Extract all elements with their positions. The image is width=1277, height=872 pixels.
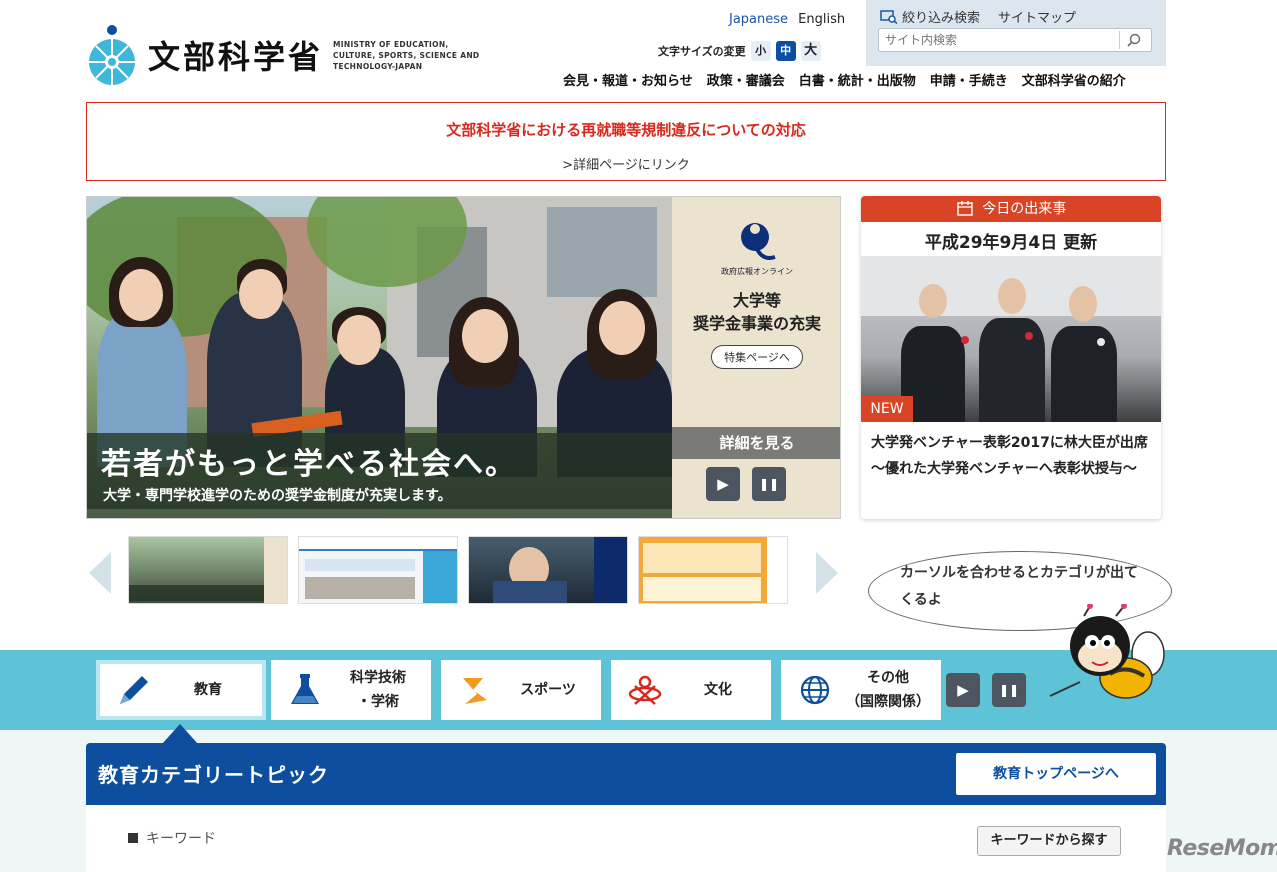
hero-caption-main: 若者がもっと学べる社会へ。 [101,447,517,482]
category-culture[interactable]: 文化 [611,660,771,720]
search-icon [1127,33,1141,47]
font-large-button[interactable]: 大 [800,41,821,61]
keyword-label: キーワード [146,831,216,847]
notice-detail-link[interactable]: >詳細ページにリンク [87,154,1165,173]
filter-search-icon [880,9,898,24]
today-heading: 今日の出来事 [982,201,1067,217]
hero-side-panel: 政府広報オンライン 大学等 奨学金事業の充実 特集ページへ 詳細を見る ▶ ❚❚ [672,197,840,518]
flask-icon [285,670,325,710]
filter-search-label: 絞り込み検索 [902,11,981,26]
category-education-label: 教育 [194,682,222,698]
carousel-prev-arrow-icon[interactable] [89,552,111,594]
category-sports[interactable]: スポーツ [441,660,601,720]
category-science-label: 科学技術 ・学術 [350,670,406,710]
category-education[interactable]: 教育 [96,660,266,720]
hero-caption-sub: 大学・専門学校進学のための奨学金制度が充実します。 [103,488,452,504]
education-top-button[interactable]: 教育トップページへ [956,753,1156,795]
active-category-pointer [162,724,198,744]
globe-icon [795,670,835,710]
page: 文部科学省 MINISTRY OF EDUCATION, CULTURE, SP… [0,0,1277,872]
notice-title[interactable]: 文部科学省における再就職等規制違反についての対応 [87,119,1165,140]
carousel-thumb-3[interactable] [468,536,628,604]
filter-search-link[interactable]: 絞り込み検索 [880,7,980,26]
font-medium-button[interactable]: 中 [775,41,796,61]
gov-pr-label: 政府広報オンライン [721,267,793,276]
topic-title: 教育カテゴリートピック [98,763,329,787]
logo-text: 文部科学省 [148,38,324,76]
topic-header: 教育カテゴリートピック 教育トップページへ [86,743,1166,805]
site-logo[interactable]: 文部科学省 MINISTRY OF EDUCATION, CULTURE, SP… [86,24,493,86]
carousel-thumb-2[interactable] [298,536,458,604]
category-culture-label: 文化 [704,682,732,698]
special-page-button[interactable]: 特集ページへ [711,345,803,369]
pause-button[interactable]: ❚❚ [752,467,786,501]
nav-publications[interactable]: 白書・統計・出版物 [799,70,916,89]
carousel-thumb-1[interactable] [128,536,288,604]
keyword-heading: キーワード [128,828,216,848]
search-links: 絞り込み検索 サイトマップ [880,7,1094,26]
lang-japanese-link[interactable]: Japanese [729,12,788,27]
nav-applications[interactable]: 申請・手続き [930,70,1008,89]
today-header: 今日の出来事 [861,196,1161,222]
category-play-button[interactable]: ▶ [946,673,980,707]
hero-side-title-line1: 大学等 [732,291,781,310]
sitemap-link[interactable]: サイトマップ [998,7,1076,26]
pencil-icon [114,670,154,710]
search-input[interactable] [879,29,1109,51]
sports-icon [455,670,495,710]
category-other-label: その他 （国際関係） [846,670,930,710]
carousel-next-arrow-icon[interactable] [816,552,838,594]
mext-logo-icon [86,24,138,86]
hero-carousel: 若者がもっと学べる社会へ。 大学・専門学校進学のための奨学金制度が充実します。 … [86,196,841,519]
category-science[interactable]: 科学技術 ・学術 [271,660,431,720]
gov-pr-logo-icon [735,219,779,263]
search-button[interactable] [1119,31,1147,49]
font-small-button[interactable]: 小 [750,41,771,61]
hero-side-title-line2: 奨学金事業の充実 [692,314,821,333]
detail-button[interactable]: 詳細を見る [672,427,840,459]
logo-english: MINISTRY OF EDUCATION, CULTURE, SPORTS, … [333,39,480,71]
search-panel: 絞り込み検索 サイトマップ [866,0,1166,66]
watermark-logo: ReseMom [1167,836,1277,861]
today-date: 平成29年9月4日 更新 [924,233,1098,253]
font-size-switcher: 文字サイズの変更 小 中 大 [658,41,821,61]
language-switcher: Japanese English [729,12,851,27]
hero-side-title: 大学等 奨学金事業の充実 [672,289,840,335]
search-box [878,28,1152,52]
keyword-search-button[interactable]: キーワードから探す [977,826,1121,856]
calendar-icon [957,201,973,216]
nav-policy[interactable]: 政策・審議会 [707,70,785,89]
category-pause-button[interactable]: ❚❚ [992,673,1026,707]
carousel-thumb-4[interactable] [638,536,788,604]
hero-caption: 若者がもっと学べる社会へ。 大学・専門学校進学のための奨学金制度が充実します。 [87,433,672,509]
today-panel: 今日の出来事 平成29年9月4日 更新 NEW 大学発ベンチャー表彰2017に林… [861,196,1161,519]
mascot-bee-icon [1040,603,1170,704]
nav-about[interactable]: 文部科学省の紹介 [1022,70,1126,89]
new-badge: NEW [861,396,913,422]
notice-box: 文部科学省における再就職等規制違反についての対応 >詳細ページにリンク [86,102,1166,181]
category-other[interactable]: その他 （国際関係） [781,660,941,720]
culture-icon [625,670,665,710]
global-nav: 会見・報道・お知らせ 政策・審議会 白書・統計・出版物 申請・手続き 文部科学省… [563,70,1140,89]
nav-press[interactable]: 会見・報道・お知らせ [563,70,693,89]
square-bullet-icon [128,833,138,843]
lang-english-link[interactable]: English [798,12,845,27]
font-size-label: 文字サイズの変更 [658,45,746,58]
play-button[interactable]: ▶ [706,467,740,501]
category-sports-label: スポーツ [520,682,576,698]
today-headline[interactable]: 大学発ベンチャー表彰2017に林大臣が出席 ～優れた大学発ベンチャーへ表彰状授与… [871,430,1153,482]
